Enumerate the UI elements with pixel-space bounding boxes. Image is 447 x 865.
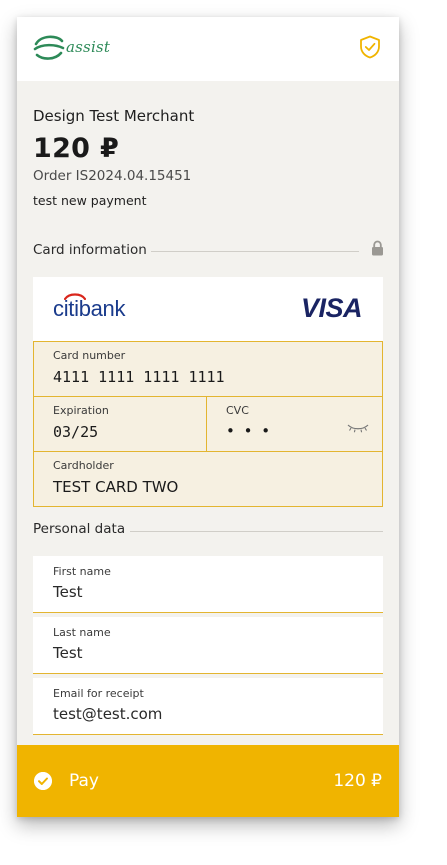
personal-section-divider (130, 531, 383, 532)
visa-logo: VISA (301, 293, 363, 323)
card-number-field[interactable]: Card number 4111 1111 1111 1111 (34, 342, 382, 396)
cvc-value: • • • (226, 422, 273, 440)
lock-icon (372, 240, 383, 256)
last-name-field[interactable]: Last name Test (33, 617, 383, 674)
first-name-label: First name (53, 565, 111, 578)
card-section-title: Card information (33, 242, 147, 258)
pay-button-amount: 120 ₽ (333, 771, 382, 791)
expiration-label: Expiration (53, 404, 109, 417)
order-number: Order IS2024.04.15451 (33, 168, 192, 184)
last-name-value: Test (53, 644, 83, 662)
personal-section-title: Personal data (33, 521, 126, 537)
expiration-field[interactable]: Expiration 03/25 (34, 397, 206, 451)
cvc-label: CVC (226, 404, 249, 417)
cardholder-label: Cardholder (53, 459, 114, 472)
email-value: test@test.com (53, 705, 163, 723)
cardholder-value: TEST CARD TWO (53, 478, 179, 496)
expiration-value: 03/25 (53, 423, 99, 441)
cvc-field[interactable]: CVC • • • (207, 397, 382, 451)
card-number-label: Card number (53, 349, 126, 362)
eye-closed-icon[interactable] (347, 423, 369, 433)
payment-description: test new payment (33, 193, 147, 208)
check-circle-icon (34, 772, 52, 790)
header: assist (17, 17, 399, 81)
pay-button[interactable]: Pay 120 ₽ (17, 745, 399, 817)
last-name-label: Last name (53, 626, 111, 639)
email-label: Email for receipt (53, 687, 144, 700)
first-name-field[interactable]: First name Test (33, 556, 383, 613)
assist-logo-icon (33, 35, 65, 60)
payment-widget: assist Design Test Merchant 120 ₽ Order … (17, 17, 399, 817)
pay-button-label: Pay (69, 771, 99, 791)
cardholder-field[interactable]: Cardholder TEST CARD TWO (34, 452, 382, 506)
card-section-divider (151, 251, 359, 252)
card-brand-panel: citibank VISA (33, 277, 383, 341)
email-field[interactable]: Email for receipt test@test.com (33, 678, 383, 735)
payment-amount: 120 ₽ (33, 133, 120, 164)
merchant-name: Design Test Merchant (33, 107, 195, 125)
assist-logo: assist (33, 32, 110, 62)
bank-logo: citibank (53, 296, 126, 321)
card-fields-group: Card number 4111 1111 1111 1111 Expirati… (33, 341, 383, 507)
shield-check-icon (360, 35, 380, 59)
logo-text: assist (66, 38, 111, 56)
card-number-value: 4111 1111 1111 1111 (53, 368, 225, 386)
first-name-value: Test (53, 583, 83, 601)
